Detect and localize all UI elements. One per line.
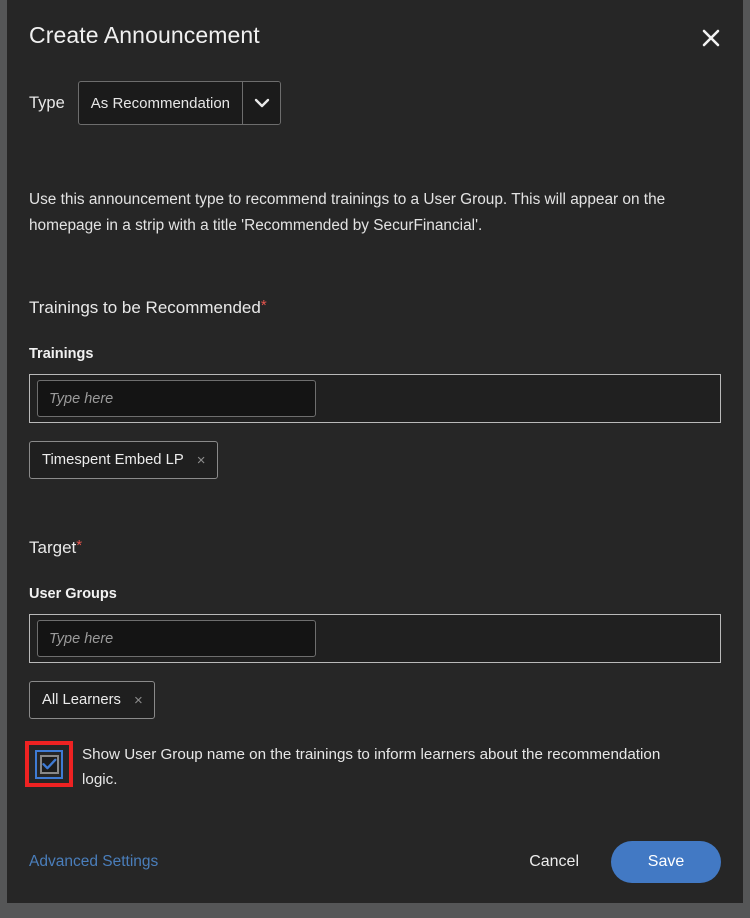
- close-icon[interactable]: ×: [134, 693, 143, 708]
- chevron-down-icon[interactable]: [242, 82, 280, 124]
- show-group-name-row: Show User Group name on the trainings to…: [25, 741, 721, 792]
- trainings-section-title-text: Trainings to be Recommended: [29, 298, 261, 317]
- type-field-row: Type As Recommendation: [29, 81, 721, 125]
- trainings-input[interactable]: [37, 380, 316, 417]
- type-description: Use this announcement type to recommend …: [29, 191, 666, 234]
- user-groups-field-label: User Groups: [29, 586, 117, 602]
- trainings-section-title: Trainings to be Recommended*: [29, 298, 721, 318]
- modal-overlay: Create Announcement Type As Recommendati…: [0, 0, 750, 918]
- training-chip[interactable]: Timespent Embed LP ×: [29, 441, 218, 479]
- dialog-header: Create Announcement: [7, 0, 743, 78]
- highlight-annotation: [25, 741, 73, 787]
- type-select[interactable]: As Recommendation: [77, 81, 281, 125]
- user-groups-input[interactable]: [37, 620, 316, 657]
- user-groups-token-box[interactable]: [29, 614, 721, 663]
- trainings-chip-row: Timespent Embed LP ×: [29, 441, 721, 479]
- type-label: Type: [29, 93, 65, 112]
- advanced-settings-link[interactable]: Advanced Settings: [29, 853, 158, 871]
- target-section-title: Target*: [29, 538, 721, 558]
- close-button[interactable]: [695, 22, 727, 54]
- show-group-name-checkbox[interactable]: [39, 754, 59, 774]
- cancel-button[interactable]: Cancel: [515, 845, 593, 879]
- dialog-footer: Advanced Settings Cancel Save: [7, 821, 743, 903]
- page-title: Create Announcement: [29, 22, 260, 48]
- save-button[interactable]: Save: [611, 841, 721, 883]
- trainings-field-label: Trainings: [29, 346, 94, 362]
- required-marker: *: [76, 537, 83, 554]
- training-chip-label: Timespent Embed LP: [42, 452, 184, 468]
- trainings-token-box[interactable]: [29, 374, 721, 423]
- user-groups-chip-row: All Learners ×: [29, 681, 721, 719]
- type-select-value: As Recommendation: [90, 94, 231, 112]
- create-announcement-dialog: Create Announcement Type As Recommendati…: [7, 0, 743, 903]
- dialog-body: Type As Recommendation Use this announce…: [7, 78, 743, 821]
- required-marker: *: [260, 297, 267, 314]
- user-group-chip-label: All Learners: [42, 692, 121, 708]
- footer-actions: Cancel Save: [515, 841, 721, 883]
- close-icon[interactable]: ×: [197, 453, 206, 468]
- show-group-name-label: Show User Group name on the trainings to…: [82, 746, 661, 788]
- user-group-chip[interactable]: All Learners ×: [29, 681, 155, 719]
- close-icon: [700, 27, 722, 49]
- checkbox-focus-ring: [35, 749, 63, 779]
- target-section-title-text: Target: [29, 538, 77, 557]
- checkmark-icon: [41, 758, 57, 771]
